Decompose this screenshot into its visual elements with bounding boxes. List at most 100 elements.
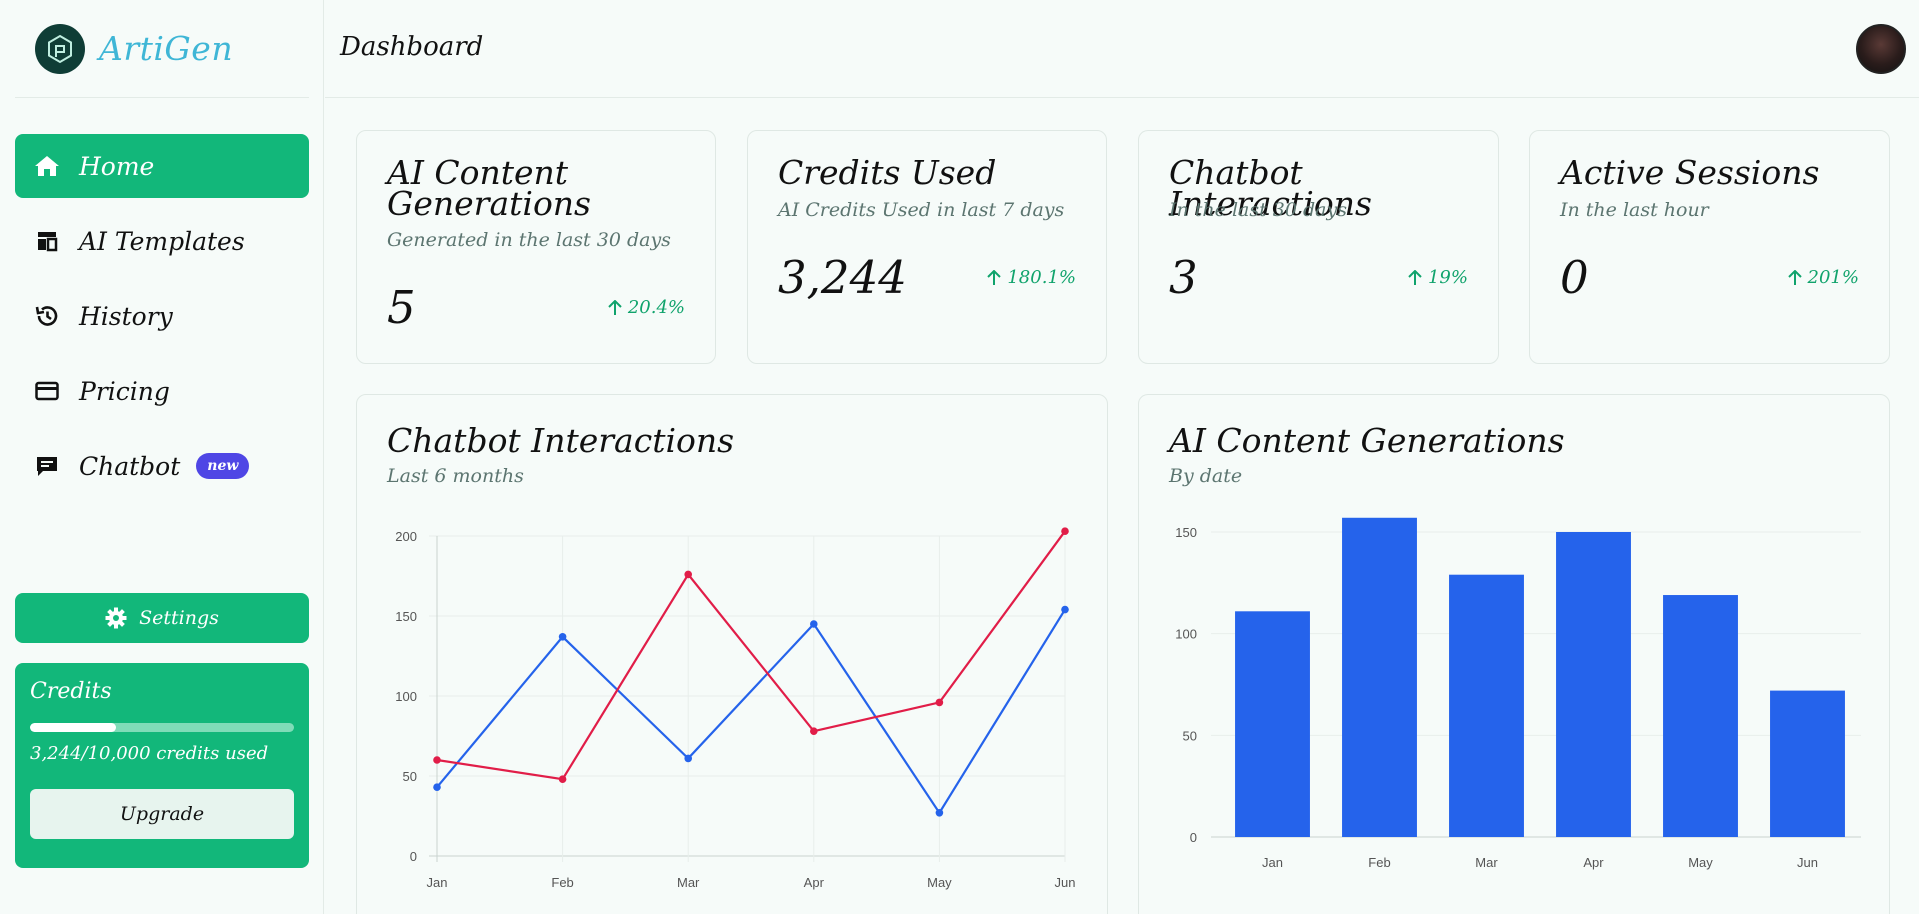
stat-change: 20.4%	[608, 297, 685, 318]
x-tick-label: Feb	[551, 875, 573, 890]
bar[interactable]	[1770, 690, 1845, 837]
sidebar-item-label: History	[79, 301, 173, 331]
settings-button[interactable]: Settings	[15, 593, 309, 643]
brand[interactable]: ArtiGen	[15, 0, 309, 98]
stat-title: AI Content Generations	[387, 153, 591, 223]
sidebar-item-pricing[interactable]: Pricing	[15, 359, 309, 423]
brand-name: ArtiGen	[99, 29, 234, 68]
card-icon	[33, 377, 61, 405]
y-tick-label: 150	[395, 609, 417, 624]
data-point[interactable]	[558, 775, 567, 783]
x-tick-label: Jun	[1055, 875, 1076, 890]
data-point[interactable]	[935, 809, 944, 817]
y-tick-label: 150	[1175, 525, 1197, 540]
series-line-0	[436, 609, 1066, 815]
credits-card: Credits 3,244/10,000 credits used Upgrad…	[15, 663, 309, 868]
x-tick-label: May	[1688, 855, 1713, 870]
data-point[interactable]	[810, 727, 818, 735]
stat-change: 180.1%	[987, 267, 1076, 288]
bar[interactable]	[1235, 611, 1310, 837]
sidebar-item-home[interactable]: Home	[15, 134, 309, 198]
page-title: Dashboard	[340, 32, 484, 62]
stat-card-chatbot-interactions: Chatbot Interactions In the last 30 days…	[1138, 130, 1499, 364]
stat-change-value: 20.4%	[627, 297, 685, 318]
x-tick-label: Mar	[1475, 855, 1498, 870]
sidebar: ArtiGen Home AI Templates History Pricin…	[0, 0, 324, 914]
sidebar-item-history[interactable]: History	[15, 284, 309, 348]
sidebar-item-label: Chatbot	[79, 451, 181, 481]
arrow-up-icon	[1408, 269, 1422, 285]
data-point[interactable]	[1061, 605, 1069, 614]
gear-icon	[105, 607, 127, 629]
credits-title: Credits	[30, 679, 112, 704]
stat-title: Credits Used	[778, 153, 997, 192]
data-point[interactable]	[684, 754, 692, 763]
sidebar-item-label: Pricing	[79, 376, 170, 406]
arrow-up-icon	[987, 269, 1002, 285]
data-point[interactable]	[1061, 527, 1069, 535]
data-point[interactable]	[684, 570, 692, 579]
credits-used-text: 3,244/10,000 credits used	[30, 743, 269, 764]
bar[interactable]	[1556, 532, 1631, 837]
avatar[interactable]	[1856, 24, 1906, 74]
stat-value: 3	[1169, 251, 1198, 304]
stat-card-credits-used: Credits Used AI Credits Used in last 7 d…	[747, 130, 1107, 364]
arrow-up-icon	[608, 299, 622, 315]
line-chart-card: Chatbot Interactions Last 6 months 0 50 10…	[356, 394, 1108, 914]
x-tick-label: Mar	[677, 875, 700, 890]
y-tick-label: 0	[410, 849, 417, 864]
new-badge: new	[196, 453, 250, 479]
bar-chart-card: AI Content Generations By date 0 50 100 150…	[1138, 394, 1890, 914]
bar-chart: 0 50 100 150 Jan Feb Mar Apr May Jun	[1175, 517, 1861, 870]
stat-change-value: 180.1%	[1007, 267, 1076, 288]
history-icon	[33, 302, 61, 330]
y-tick-label: 50	[1183, 728, 1197, 743]
stat-value: 5	[387, 281, 416, 334]
bar[interactable]	[1663, 595, 1738, 837]
x-tick-label: Jan	[427, 875, 448, 890]
stat-value: 3,244	[778, 251, 907, 304]
credits-progress-fill	[30, 723, 116, 732]
data-point[interactable]	[810, 620, 818, 628]
bar[interactable]	[1342, 517, 1417, 837]
settings-label: Settings	[139, 607, 219, 629]
stat-card-active-sessions: Active Sessions In the last hour 0 201%	[1529, 130, 1890, 364]
stat-subtitle: In the last 30 days	[1169, 199, 1347, 221]
stat-change: 19%	[1408, 267, 1468, 288]
x-tick-label: Feb	[1368, 855, 1390, 870]
upgrade-button[interactable]: Upgrade	[30, 789, 294, 839]
stat-subtitle: In the last hour	[1560, 199, 1709, 221]
y-tick-label: 0	[1190, 830, 1197, 845]
sidebar-item-label: Home	[79, 151, 155, 181]
credits-progress-bar	[30, 723, 294, 732]
series-line-1	[436, 530, 1066, 781]
sidebar-nav: Home AI Templates History Pricing Chatbo…	[15, 134, 309, 509]
x-tick-label: May	[927, 875, 952, 890]
brand-logo-icon	[35, 23, 85, 74]
app: ArtiGen Home AI Templates History Pricin…	[0, 0, 1919, 914]
data-point[interactable]	[935, 698, 944, 707]
data-point[interactable]	[433, 756, 441, 764]
stat-subtitle: Generated in the last 30 days	[387, 229, 671, 251]
stat-subtitle: AI Credits Used in last 7 days	[778, 199, 1065, 221]
x-tick-label: Jun	[1797, 855, 1818, 870]
sidebar-item-label: AI Templates	[79, 226, 245, 256]
stat-change-value: 19%	[1427, 267, 1468, 288]
stat-value: 0	[1560, 251, 1589, 304]
home-icon	[33, 152, 61, 180]
x-tick-label: Apr	[1583, 855, 1604, 870]
y-tick-label: 100	[395, 689, 417, 704]
stat-change-value: 201%	[1807, 267, 1859, 288]
data-point[interactable]	[558, 633, 567, 641]
top-header: Dashboard	[325, 0, 1919, 98]
templates-icon	[33, 227, 61, 255]
line-chart: 0 50 100 150 200 Jan Feb Mar Apr May Jun	[395, 527, 1076, 890]
stat-title: Active Sessions	[1560, 153, 1820, 192]
x-tick-label: Apr	[804, 875, 825, 890]
y-tick-label: 200	[395, 529, 417, 544]
sidebar-item-chatbot[interactable]: Chatbot new	[15, 434, 309, 498]
y-tick-label: 100	[1175, 627, 1197, 642]
sidebar-item-ai-templates[interactable]: AI Templates	[15, 209, 309, 273]
bar[interactable]	[1449, 574, 1524, 837]
data-point[interactable]	[433, 783, 441, 791]
